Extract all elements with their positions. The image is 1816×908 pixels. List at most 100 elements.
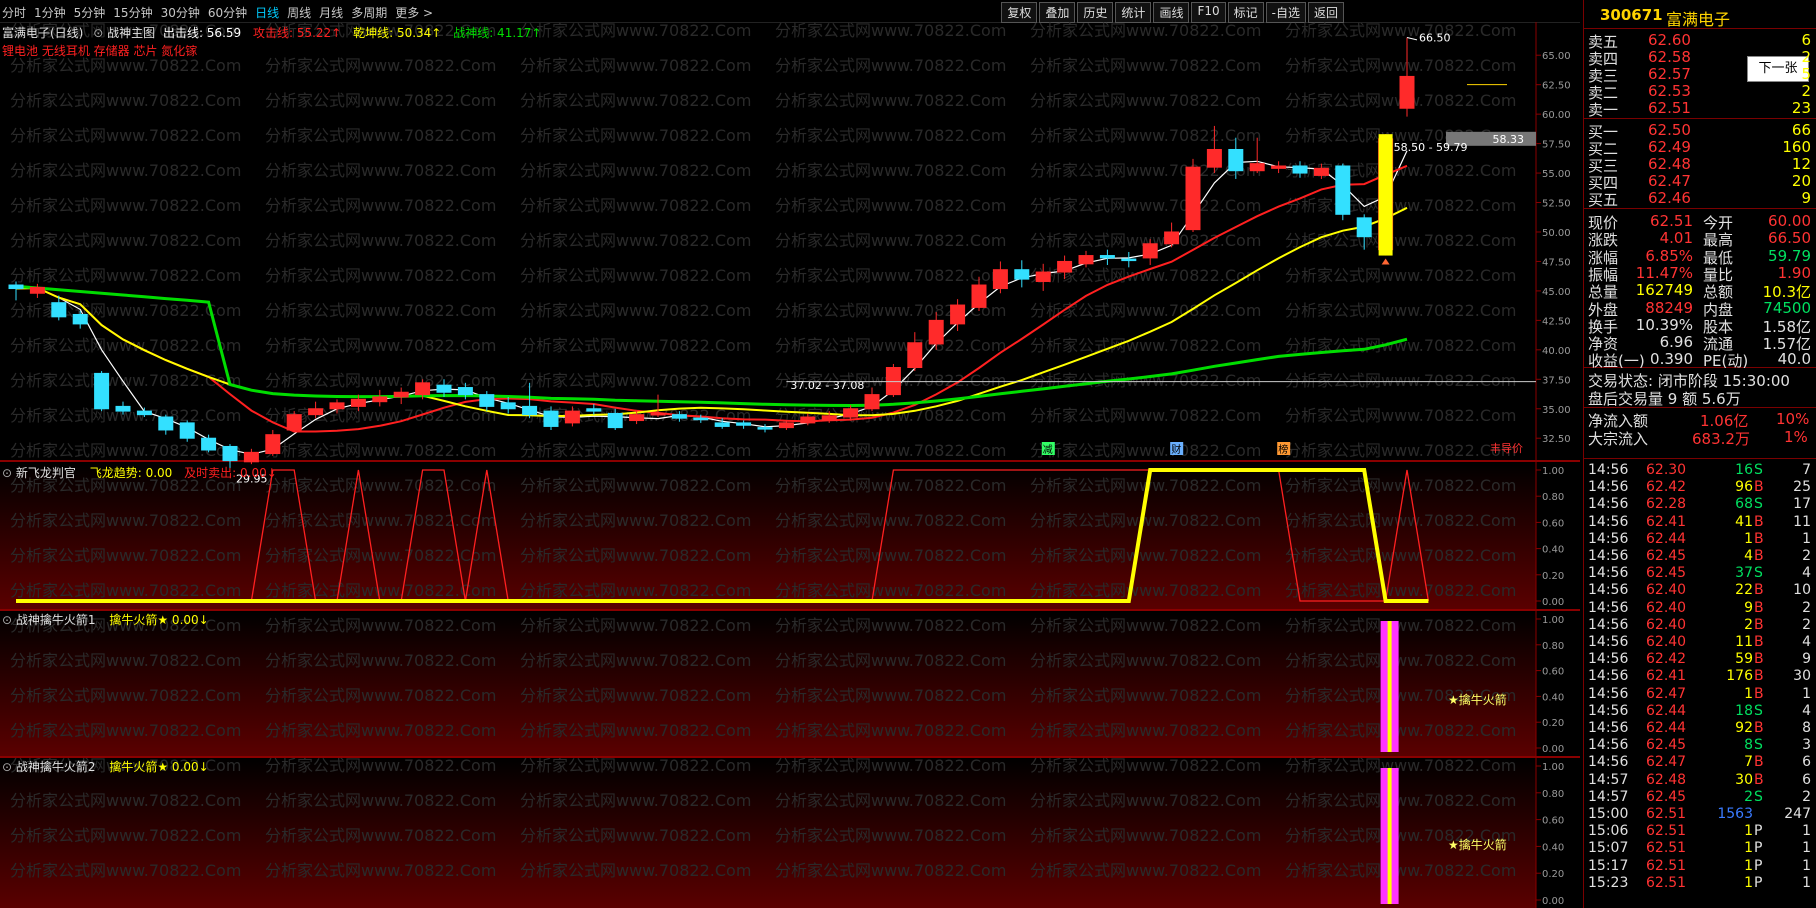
watermark-text: 分析家公式网www.70822.Com	[1030, 56, 1261, 75]
watermark-text: 分析家公式网www.70822.Com	[775, 616, 1006, 635]
tick-volume: 4	[1744, 548, 1753, 564]
period-tab-2[interactable]: 5分钟	[74, 4, 106, 21]
tick-count: 1	[1802, 530, 1811, 547]
event-marker-text: 财	[1171, 443, 1181, 456]
tick-time: 14:56	[1588, 720, 1629, 736]
stat-value: 4.01	[1659, 229, 1693, 248]
period-tab-7[interactable]: 周线	[287, 4, 311, 21]
panel4-icon[interactable]: ⊙	[2, 760, 12, 774]
range-label-1: 58.50 - 59.79	[1394, 141, 1468, 154]
watermark-text: 分析家公式网www.70822.Com	[1285, 231, 1516, 250]
tick-direction: P	[1754, 823, 1763, 840]
panel3-title[interactable]: 战神擒牛火箭1	[16, 613, 96, 627]
toolbar-button-6[interactable]: 标记	[1227, 2, 1264, 23]
tick-count: 3	[1802, 737, 1811, 754]
period-tab-4[interactable]: 30分钟	[161, 4, 200, 21]
panel3-icon[interactable]: ⊙	[2, 613, 12, 627]
period-tab-10[interactable]: 更多 >	[395, 4, 433, 21]
bid-row: 买二 62.49 160	[1588, 138, 1813, 158]
period-tab-8[interactable]: 月线	[319, 4, 343, 21]
tick-row: 14:56 62.41 41 B 11	[1588, 514, 1813, 531]
watermark-text: 分析家公式网www.70822.Com	[265, 476, 496, 495]
tick-count: 4	[1802, 634, 1811, 650]
toolbar-button-3[interactable]: 统计	[1115, 2, 1152, 23]
watermark-text: 分析家公式网www.70822.Com	[10, 126, 241, 145]
y-tick-label: 57.50	[1542, 140, 1571, 151]
toolbar-button-7[interactable]: -自选	[1265, 2, 1306, 23]
period-tab-1[interactable]: 1分钟	[34, 4, 66, 21]
watermark-text: 分析家公式网www.70822.Com	[1285, 581, 1516, 600]
tick-time: 15:07	[1588, 840, 1629, 857]
indicator-name[interactable]: 战神主图	[107, 26, 155, 40]
watermark-text: 分析家公式网www.70822.Com	[1285, 266, 1516, 285]
tick-row: 14:56 62.40 11 B 4	[1588, 634, 1813, 651]
candle-body	[564, 410, 580, 424]
candle-body	[1335, 165, 1351, 215]
toolbar-button-0[interactable]: 复权	[1001, 2, 1038, 23]
tick-price: 62.48	[1646, 771, 1687, 788]
candle-body	[1271, 165, 1287, 169]
watermark-text: 分析家公式网www.70822.Com	[1030, 546, 1261, 565]
stat-value: 1.90	[1777, 263, 1811, 282]
toolbar-button-2[interactable]: 历史	[1077, 2, 1114, 23]
candle-body	[971, 284, 987, 308]
indicator-name-icon[interactable]: ⊙	[93, 26, 103, 40]
main-legend: 富满电子(日线) ⊙ 战神主图 出击线: 56.59 攻击线: 55.22↑ 乾…	[2, 24, 541, 41]
watermark-text: 分析家公式网www.70822.Com	[265, 126, 496, 145]
tick-time: 14:56	[1588, 616, 1629, 633]
watermark-text: 分析家公式网www.70822.Com	[775, 581, 1006, 600]
toolbar-button-5[interactable]: F10	[1191, 2, 1226, 23]
tick-count: 6	[1802, 771, 1811, 788]
watermark-text: 分析家公式网www.70822.Com	[265, 721, 496, 740]
candle-body	[1313, 167, 1329, 176]
ask-volume: 6	[1801, 31, 1811, 49]
ind-y-tick-label: 0.20	[1542, 571, 1564, 582]
tick-time: 14:56	[1588, 565, 1629, 582]
period-tab-5[interactable]: 60分钟	[208, 4, 247, 21]
tick-direction: B	[1754, 771, 1764, 788]
panel4-title[interactable]: 战神擒牛火箭2	[16, 760, 96, 774]
big-inflow-pct: 1%	[1784, 428, 1808, 446]
candle-body	[1121, 258, 1137, 262]
candle-body	[1206, 148, 1222, 168]
period-tabs: 分时 1分钟 5分钟 15分钟 30分钟 60分钟 日线 周线 月线 多周期 更多 >	[2, 4, 433, 21]
tick-price: 62.45	[1646, 565, 1687, 582]
period-tab-0[interactable]: 分时	[2, 4, 26, 21]
tick-price: 62.30	[1646, 462, 1687, 478]
stat-row: 总量 162749 总额 10.3亿	[1588, 281, 1813, 301]
panel4-legend: ⊙ 战神擒牛火箭2 擒牛火箭★ 0.00↓	[2, 758, 209, 775]
ask-volume: 5	[1801, 65, 1811, 83]
period-tab-3[interactable]: 15分钟	[113, 4, 152, 21]
toolbar-button-8[interactable]: 返回	[1307, 2, 1344, 23]
panel2-icon[interactable]: ⊙	[2, 466, 12, 480]
y-tick-label: 42.50	[1542, 316, 1571, 327]
watermark-text: 分析家公式网www.70822.Com	[10, 826, 241, 845]
tick-direction: B	[1754, 685, 1764, 702]
watermark-text: 分析家公式网www.70822.Com	[520, 651, 751, 670]
watermark-text: 分析家公式网www.70822.Com	[1285, 196, 1516, 215]
period-tab-6[interactable]: 日线	[255, 4, 279, 21]
toolbar-button-4[interactable]: 画线	[1153, 2, 1190, 23]
tick-row: 14:56 62.40 22 B 10	[1588, 582, 1813, 599]
bid-row: 买三 62.48 12	[1588, 155, 1813, 175]
period-tab-9[interactable]: 多周期	[351, 4, 387, 21]
watermark-text: 分析家公式网www.70822.Com	[775, 791, 1006, 810]
tick-count: 17	[1793, 496, 1811, 513]
watermark-text: 分析家公式网www.70822.Com	[1285, 406, 1516, 425]
toolbar-button-1[interactable]: 叠加	[1039, 2, 1076, 23]
candle-body	[201, 437, 217, 451]
panel2-title[interactable]: 新飞龙判官	[16, 466, 76, 480]
y-tick-label: 55.00	[1542, 169, 1571, 180]
watermark-text: 分析家公式网www.70822.Com	[520, 791, 751, 810]
panel3-legend: ⊙ 战神擒牛火箭1 擒牛火箭★ 0.00↓	[2, 611, 209, 628]
tick-count: 25	[1793, 479, 1811, 496]
tick-direction: S	[1754, 565, 1763, 582]
watermark-text: 分析家公式网www.70822.Com	[520, 581, 751, 600]
tick-price: 62.42	[1646, 479, 1687, 496]
tick-volume: 11	[1735, 634, 1753, 650]
tick-price: 62.45	[1646, 548, 1687, 564]
divider	[1584, 208, 1816, 209]
tick-time: 14:56	[1588, 668, 1629, 685]
tick-price: 62.40	[1646, 582, 1687, 599]
tick-row: 15:17 62.51 1 P 1	[1588, 858, 1813, 875]
